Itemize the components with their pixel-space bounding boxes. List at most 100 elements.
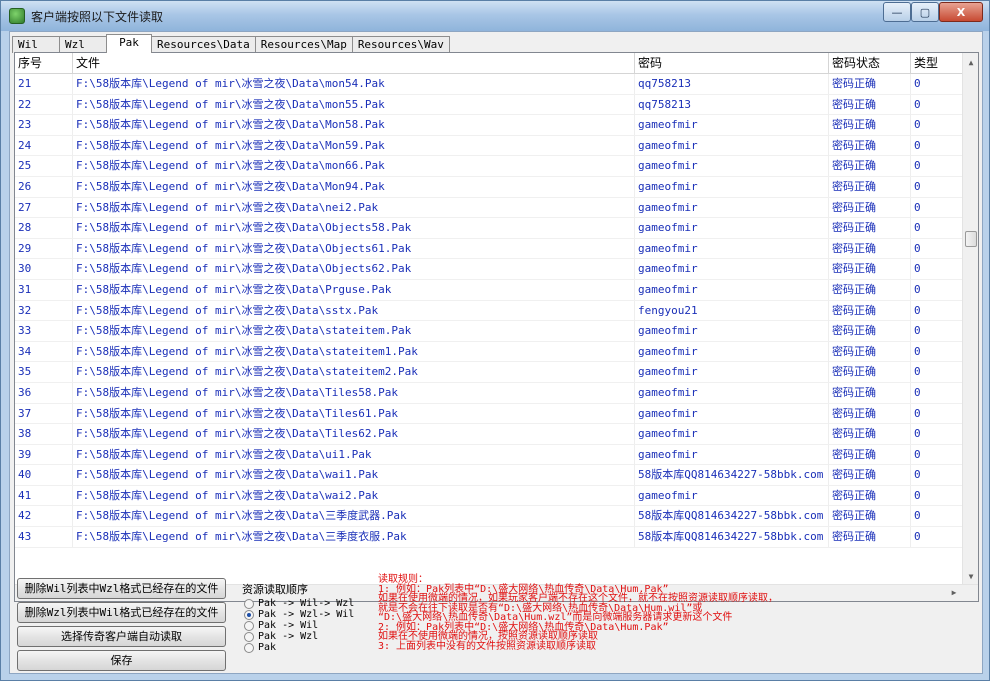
cell-file: F:\58版本库\Legend of mir\冰雪之夜\Data\Mon58.P… [73,115,635,136]
cell-index: 22 [15,94,73,115]
table-row[interactable]: 39 F:\58版本库\Legend of mir\冰雪之夜\Data\ui1.P… [15,444,963,466]
cell-password: gameofmir [635,135,829,156]
cell-password: gameofmir [635,279,829,300]
cell-type: 0 [911,341,963,362]
scroll-up-icon[interactable]: ▲ [963,55,978,71]
radio-icon [244,598,254,609]
column-header-file[interactable]: 文件 [73,53,635,74]
cell-password-status: 密码正确 [829,403,911,424]
save-button[interactable]: 保存 [17,650,226,671]
table-row[interactable]: 32 F:\58版本库\Legend of mir\冰雪之夜\Data\sstx.… [15,300,963,322]
tab-resources-wav[interactable]: Resources\Wav [351,36,450,53]
read-order-option[interactable]: Pak -> Wil-> Wzl [244,598,354,609]
radio-icon [244,631,254,642]
cell-type: 0 [911,259,963,280]
cell-type: 0 [911,115,963,136]
choose-client-button[interactable]: 选择传奇客户端自动读取 [17,626,226,647]
cell-password-status: 密码正确 [829,382,911,403]
cell-password-status: 密码正确 [829,527,911,548]
column-header-index[interactable]: 序号 [15,53,73,74]
table-row[interactable]: 42 F:\58版本库\Legend of mir\冰雪之夜\Data\三季度武器… [15,506,963,528]
cell-password: gameofmir [635,382,829,403]
cell-password: fengyou21 [635,300,829,321]
cell-password: gameofmir [635,218,829,239]
column-header-password[interactable]: 密码 [635,53,829,74]
table-row[interactable]: 24 F:\58版本库\Legend of mir\冰雪之夜\Data\Mon59… [15,135,963,157]
cell-type: 0 [911,218,963,239]
table-row[interactable]: 33 F:\58版本库\Legend of mir\冰雪之夜\Data\state… [15,321,963,342]
table-row[interactable]: 25 F:\58版本库\Legend of mir\冰雪之夜\Data\mon66… [15,156,963,177]
table-row[interactable]: 30 F:\58版本库\Legend of mir\冰雪之夜\Data\Objec… [15,259,963,280]
read-order-option[interactable]: Pak -> Wil [244,620,318,631]
cell-index: 30 [15,259,73,280]
read-order-option[interactable]: Pak -> Wzl-> Wil [244,609,354,620]
cell-file: F:\58版本库\Legend of mir\冰雪之夜\Data\stateit… [73,321,635,342]
cell-file: F:\58版本库\Legend of mir\冰雪之夜\Data\nei2.Pa… [73,197,635,218]
radio-icon [244,620,254,631]
cell-password: qq758213 [635,94,829,115]
cell-password-status: 密码正确 [829,362,911,383]
close-button[interactable]: X [939,2,983,22]
cell-index: 36 [15,382,73,403]
table-row[interactable]: 40 F:\58版本库\Legend of mir\冰雪之夜\Data\wai1.… [15,465,963,486]
cell-password: gameofmir [635,485,829,506]
cell-password-status: 密码正确 [829,444,911,465]
table-row[interactable]: 41 F:\58版本库\Legend of mir\冰雪之夜\Data\wai2.… [15,485,963,507]
table-row[interactable]: 27 F:\58版本库\Legend of mir\冰雪之夜\Data\nei2.… [15,197,963,219]
cell-type: 0 [911,74,963,94]
cell-type: 0 [911,197,963,218]
maximize-button[interactable]: ▢ [911,2,939,22]
tab-wil[interactable]: Wil [12,36,60,53]
cell-file: F:\58版本库\Legend of mir\冰雪之夜\Data\Prguse.… [73,279,635,300]
cell-index: 34 [15,341,73,362]
table-row[interactable]: 31 F:\58版本库\Legend of mir\冰雪之夜\Data\Prgus… [15,279,963,301]
app-icon [9,8,25,24]
table-row[interactable]: 35 F:\58版本库\Legend of mir\冰雪之夜\Data\state… [15,362,963,383]
table-row[interactable]: 38 F:\58版本库\Legend of mir\冰雪之夜\Data\Tiles… [15,424,963,445]
tab-pak[interactable]: Pak [106,34,152,53]
minimize-button[interactable]: — [883,2,911,22]
delete-wil-duplicates-button[interactable]: 删除Wil列表中Wzl格式已经存在的文件 [17,578,226,599]
vertical-scroll-thumb[interactable] [965,231,977,247]
list-rows: 21 F:\58版本库\Legend of mir\冰雪之夜\Data\mon54… [15,74,963,548]
cell-index: 31 [15,279,73,300]
cell-type: 0 [911,94,963,115]
read-order-option[interactable]: Pak [244,642,276,653]
cell-file: F:\58版本库\Legend of mir\冰雪之夜\Data\Tiles58… [73,382,635,403]
table-row[interactable]: 21 F:\58版本库\Legend of mir\冰雪之夜\Data\mon54… [15,74,963,95]
column-header-password-status[interactable]: 密码状态 [829,53,911,74]
table-row[interactable]: 22 F:\58版本库\Legend of mir\冰雪之夜\Data\mon55… [15,94,963,116]
read-order-title: 资源读取顺序 [242,583,308,596]
cell-password-status: 密码正确 [829,74,911,94]
maximize-icon: ▢ [919,5,931,19]
cell-file: F:\58版本库\Legend of mir\冰雪之夜\Data\ui1.Pak [73,444,635,465]
tab-wzl[interactable]: Wzl [59,36,107,53]
cell-index: 25 [15,156,73,177]
cell-password-status: 密码正确 [829,94,911,115]
tab-strip: Wil Wzl Pak Resources\Data Resources\Map… [12,34,450,53]
delete-wzl-duplicates-button[interactable]: 删除Wzl列表中Wil格式已经存在的文件 [17,602,226,623]
tab-resources-data[interactable]: Resources\Data [151,36,256,53]
column-header-type[interactable]: 类型 [911,53,963,74]
cell-type: 0 [911,403,963,424]
cell-index: 29 [15,238,73,259]
table-row[interactable]: 37 F:\58版本库\Legend of mir\冰雪之夜\Data\Tiles… [15,403,963,425]
table-row[interactable]: 43 F:\58版本库\Legend of mir\冰雪之夜\Data\三季度衣服… [15,527,963,548]
minimize-icon: — [891,5,903,19]
table-row[interactable]: 26 F:\58版本库\Legend of mir\冰雪之夜\Data\Mon94… [15,176,963,198]
cell-file: F:\58版本库\Legend of mir\冰雪之夜\Data\Tiles61… [73,403,635,424]
pak-file-list[interactable]: 序号 文件 密码 密码状态 类型 21 F:\58版本库\Legend of mi… [14,52,979,602]
table-row[interactable]: 36 F:\58版本库\Legend of mir\冰雪之夜\Data\Tiles… [15,382,963,404]
tab-resources-map[interactable]: Resources\Map [254,36,353,53]
table-row[interactable]: 28 F:\58版本库\Legend of mir\冰雪之夜\Data\Objec… [15,218,963,239]
cell-password-status: 密码正确 [829,115,911,136]
title-bar[interactable]: 客户端按照以下文件读取 — ▢ X [1,1,989,31]
cell-type: 0 [911,465,963,486]
vertical-scrollbar[interactable]: ▲ ▼ [962,53,978,585]
read-order-option[interactable]: Pak -> Wzl [244,631,318,642]
table-row[interactable]: 29 F:\58版本库\Legend of mir\冰雪之夜\Data\Objec… [15,238,963,260]
cell-password: gameofmir [635,115,829,136]
table-row[interactable]: 34 F:\58版本库\Legend of mir\冰雪之夜\Data\state… [15,341,963,363]
cell-password: gameofmir [635,259,829,280]
table-row[interactable]: 23 F:\58版本库\Legend of mir\冰雪之夜\Data\Mon58… [15,115,963,136]
